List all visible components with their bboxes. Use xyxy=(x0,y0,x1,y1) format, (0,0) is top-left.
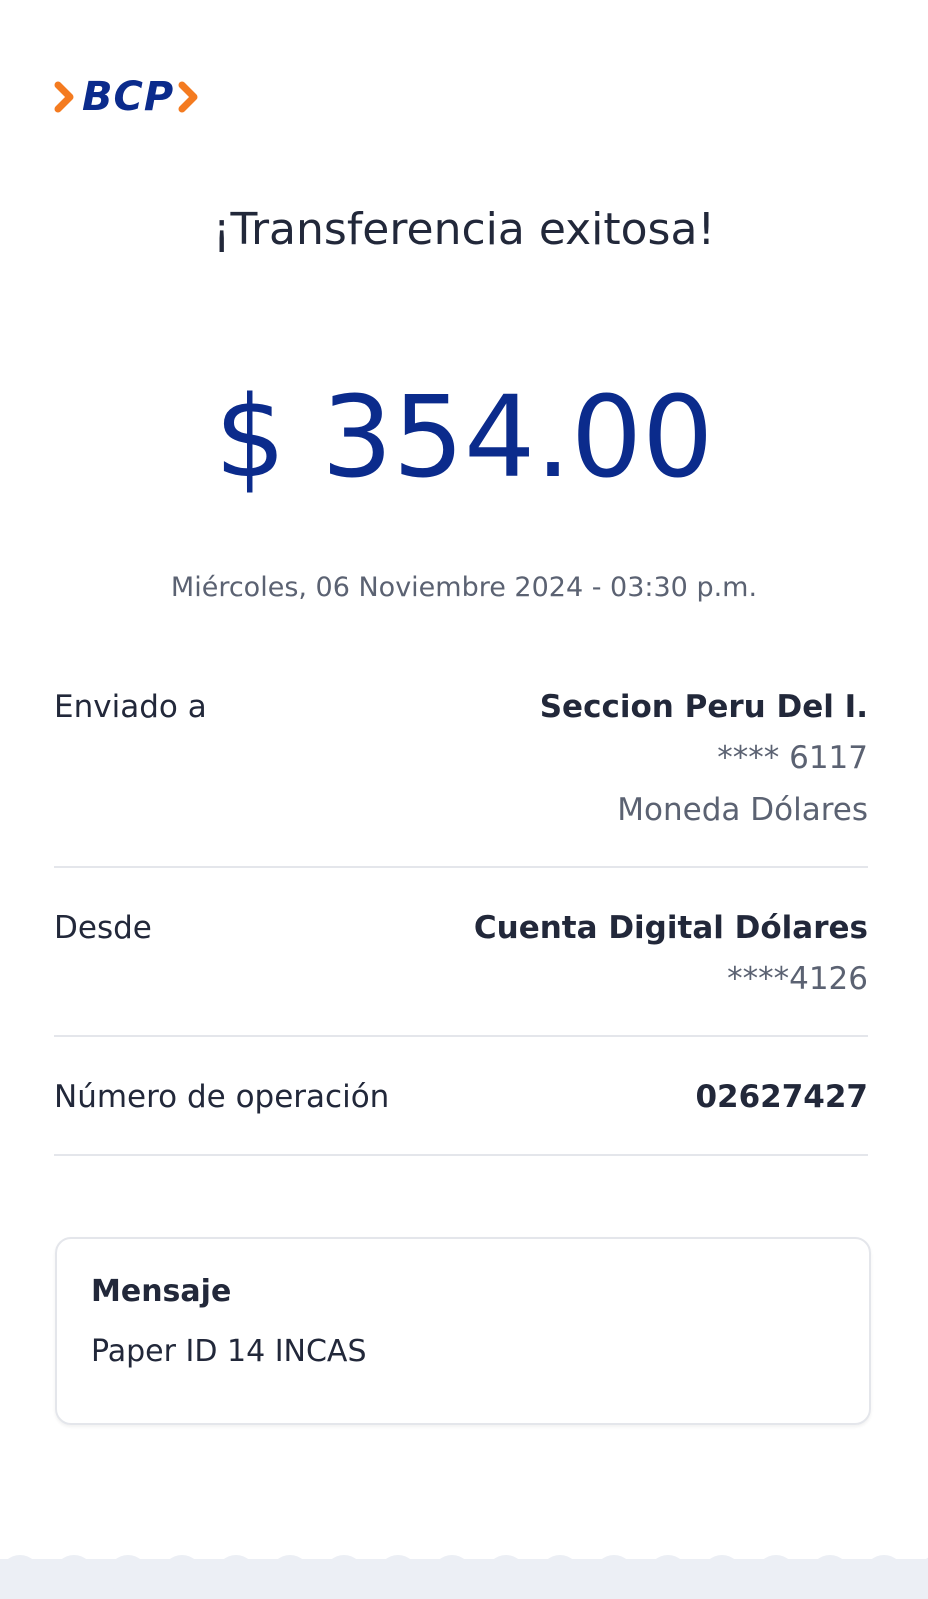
ticket-scallop xyxy=(702,1555,742,1595)
ticket-scallop xyxy=(0,1555,40,1595)
divider xyxy=(54,1154,868,1156)
ticket-scallop xyxy=(324,1555,364,1595)
ticket-scallop xyxy=(270,1555,310,1595)
operation-value: 02627427 xyxy=(695,1072,868,1122)
page-title: ¡Transferencia exitosa! xyxy=(212,204,716,255)
ticket-scallop xyxy=(756,1555,796,1595)
ticket-scallop xyxy=(810,1555,850,1595)
ticket-scallop xyxy=(486,1555,526,1595)
bcp-logo: BCP xyxy=(54,72,202,122)
chevron-right-icon xyxy=(178,81,198,113)
divider xyxy=(54,866,868,868)
ticket-edge xyxy=(0,1555,928,1599)
transfer-datetime: Miércoles, 06 Noviembre 2024 - 03:30 p.m… xyxy=(170,572,758,603)
logo-text: BCP xyxy=(82,74,175,120)
ticket-scallop xyxy=(432,1555,472,1595)
message-title: Mensaje xyxy=(91,1274,232,1309)
ticket-scallop xyxy=(108,1555,148,1595)
ticket-scallop xyxy=(216,1555,256,1595)
transfer-amount: $ 354.00 xyxy=(214,373,714,503)
divider xyxy=(54,1035,868,1037)
recipient-currency: Moneda Dólares xyxy=(617,792,868,828)
recipient-account: **** 6117 xyxy=(717,740,868,776)
operation-number: 02627427 xyxy=(695,1079,868,1115)
chevron-right-icon xyxy=(54,81,74,113)
from-row: Desde Cuenta Digital Dólares ****4126 xyxy=(54,903,868,1005)
source-account-number: ****4126 xyxy=(727,961,868,997)
ticket-scallop xyxy=(648,1555,688,1595)
message-text: Paper ID 14 INCAS xyxy=(91,1334,367,1369)
sent-to-label: Enviado a xyxy=(54,689,207,725)
sent-to-row: Enviado a Seccion Peru Del I. **** 6117 … xyxy=(54,682,868,836)
recipient-name: Seccion Peru Del I. xyxy=(539,689,868,725)
ticket-scallop xyxy=(594,1555,634,1595)
operation-label: Número de operación xyxy=(54,1079,390,1115)
source-account-name: Cuenta Digital Dólares xyxy=(473,910,868,946)
sent-to-value: Seccion Peru Del I. **** 6117 Moneda Dól… xyxy=(540,682,868,836)
ticket-scallop xyxy=(162,1555,202,1595)
ticket-scallop xyxy=(864,1555,904,1595)
ticket-scallop xyxy=(540,1555,580,1595)
operation-row: Número de operación 02627427 xyxy=(54,1072,868,1122)
ticket-scallop xyxy=(54,1555,94,1595)
ticket-scallop xyxy=(378,1555,418,1595)
from-value: Cuenta Digital Dólares ****4126 xyxy=(474,903,868,1005)
from-label: Desde xyxy=(54,910,152,946)
message-card: Mensaje Paper ID 14 INCAS xyxy=(55,1237,871,1425)
